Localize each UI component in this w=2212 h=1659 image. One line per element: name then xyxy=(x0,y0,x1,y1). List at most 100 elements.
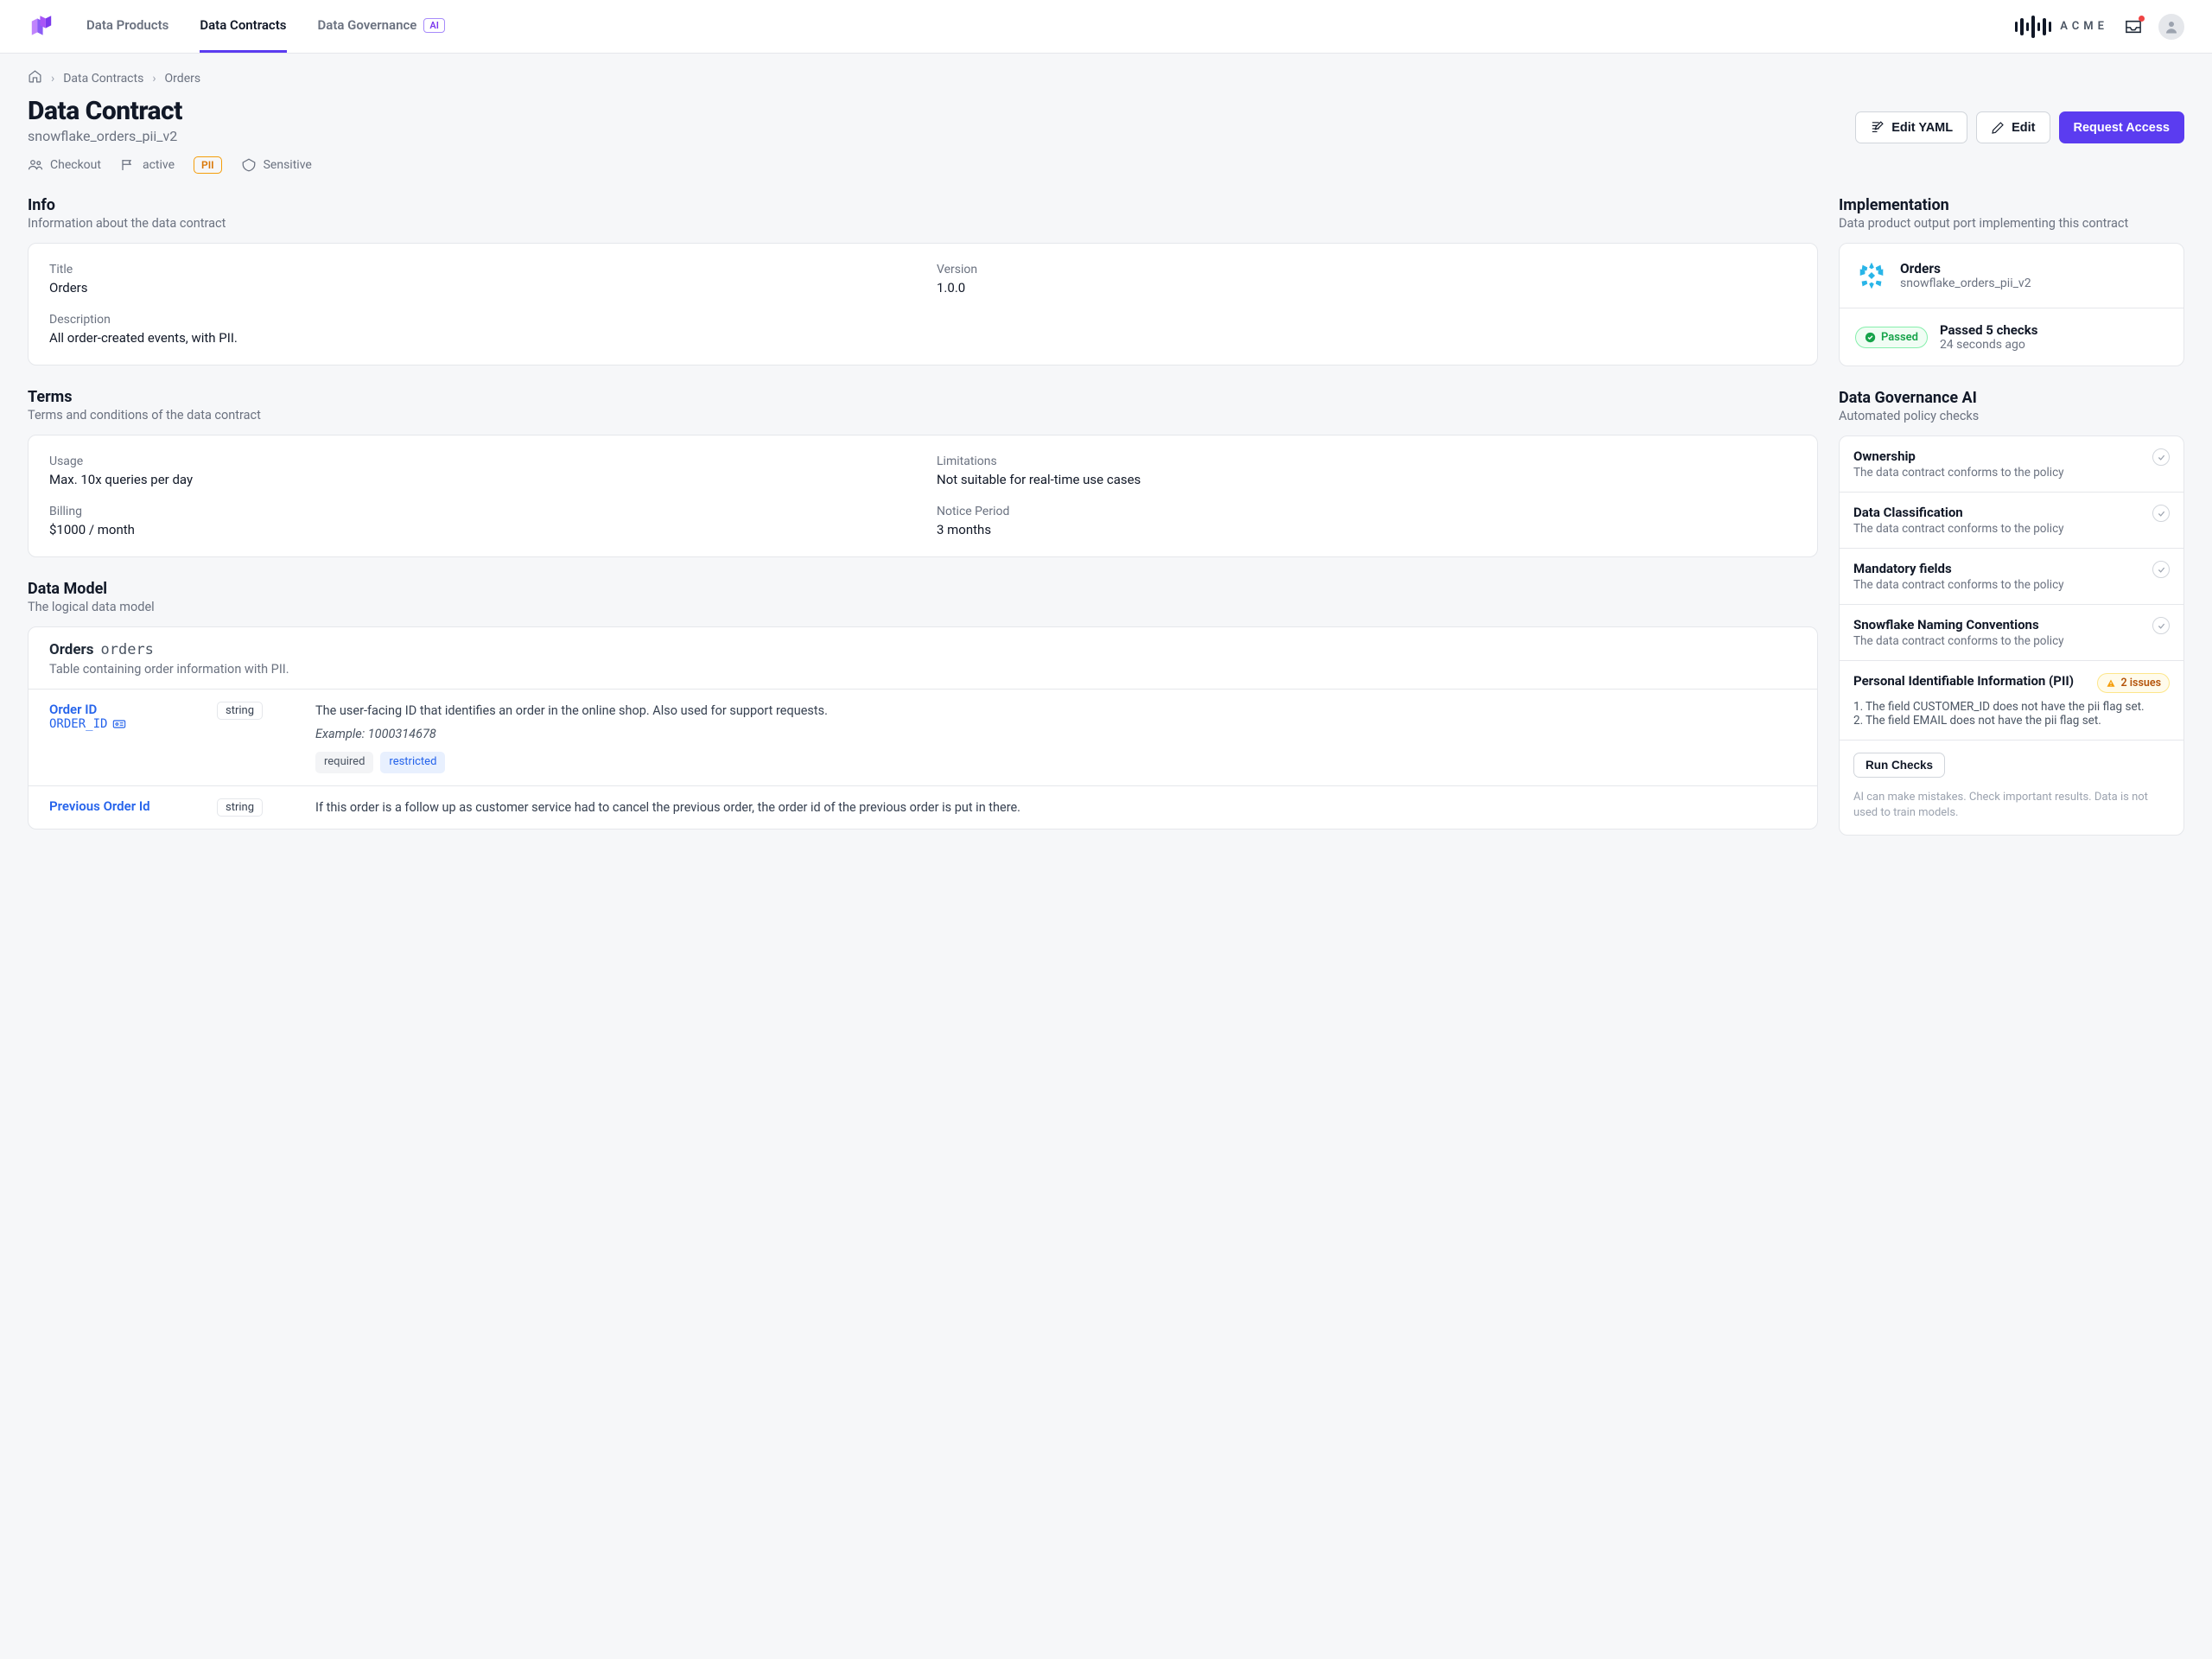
implementation-link[interactable]: Orders snowflake_orders_pii_v2 xyxy=(1840,244,2183,308)
id-card-icon xyxy=(112,719,126,729)
org-logo[interactable]: ACME xyxy=(2015,16,2108,38)
gov-item-classification[interactable]: Data Classification The data contract co… xyxy=(1840,492,2183,548)
gov-item-ownership[interactable]: Ownership The data contract conforms to … xyxy=(1840,436,2183,492)
gov-item-name: Ownership xyxy=(1853,448,2142,464)
tag-required: required xyxy=(315,752,373,773)
nav-tab-label: Data Governance xyxy=(318,17,417,33)
implementation-section: Implementation Data product output port … xyxy=(1839,196,2184,366)
status-meta: active xyxy=(120,157,175,173)
field-label: Description xyxy=(49,313,1796,327)
field-tech-name: ORDER_ID xyxy=(49,717,107,731)
page-title: Data Contract xyxy=(28,96,182,126)
nav-tab-data-products[interactable]: Data Products xyxy=(86,0,168,53)
terms-section: Terms Terms and conditions of the data c… xyxy=(28,388,1818,557)
implementation-name: Orders xyxy=(1900,261,2031,276)
field-value: Orders xyxy=(49,280,909,296)
section-title: Implementation xyxy=(1839,196,2184,214)
gov-item-name: Snowflake Naming Conventions xyxy=(1853,617,2142,632)
run-checks-button[interactable]: Run Checks xyxy=(1853,753,1945,778)
check-icon xyxy=(2152,505,2170,522)
model-desc: Table containing order information with … xyxy=(49,662,1796,677)
field-value: Not suitable for real-time use cases xyxy=(937,472,1796,487)
team-label: Checkout xyxy=(50,158,101,172)
page-header: Data Contract snowflake_orders_pii_v2 Ed… xyxy=(28,96,2184,144)
breadcrumb-link-orders[interactable]: Orders xyxy=(165,72,201,86)
type-chip: string xyxy=(217,798,263,817)
gov-item-name: Mandatory fields xyxy=(1853,561,2142,576)
nav-tab-label: Data Contracts xyxy=(200,17,286,33)
app-logo[interactable] xyxy=(28,13,55,41)
issue-text: The field EMAIL does not have the pii fl… xyxy=(1866,714,2101,728)
avatar[interactable] xyxy=(2158,14,2184,40)
info-card: Title Orders Version 1.0.0 Description A… xyxy=(28,243,1818,365)
breadcrumb-link-contracts[interactable]: Data Contracts xyxy=(63,72,143,86)
field-label: Usage xyxy=(49,454,909,468)
field-description: The user-facing ID that identifies an or… xyxy=(315,702,1796,720)
model-field-row: Order ID ORDER_ID string The user-facing… xyxy=(29,689,1817,785)
nav-tab-data-governance[interactable]: Data Governance AI xyxy=(318,0,445,53)
button-label: Request Access xyxy=(2074,121,2171,135)
edit-yaml-button[interactable]: Edit YAML xyxy=(1855,111,1967,143)
type-chip: string xyxy=(217,702,263,720)
nav-tab-label: Data Products xyxy=(86,17,168,33)
governance-section: Data Governance AI Automated policy chec… xyxy=(1839,389,2184,836)
gov-item-mandatory[interactable]: Mandatory fields The data contract confo… xyxy=(1840,548,2183,604)
check-icon xyxy=(2152,448,2170,466)
section-subtitle: Automated policy checks xyxy=(1839,409,2184,423)
issue-text: The field CUSTOMER_ID does not have the … xyxy=(1866,700,2145,714)
gov-item-desc: The data contract conforms to the policy xyxy=(1853,634,2142,648)
field-label: Billing xyxy=(49,505,909,518)
button-label: Run Checks xyxy=(1866,759,1933,772)
snowflake-icon xyxy=(1855,259,1888,292)
edit-button[interactable]: Edit xyxy=(1976,111,2050,143)
sensitivity-label: Sensitive xyxy=(264,158,312,172)
org-logo-icon xyxy=(2015,16,2052,38)
section-title: Data Model xyxy=(28,580,1818,598)
tag-restricted: restricted xyxy=(380,752,445,773)
team-meta[interactable]: Checkout xyxy=(28,157,101,173)
ai-disclaimer: AI can make mistakes. Check important re… xyxy=(1840,790,2183,835)
section-subtitle: Terms and conditions of the data contrac… xyxy=(28,408,1818,423)
field-label: Limitations xyxy=(937,454,1796,468)
button-label: Edit xyxy=(2012,121,2035,135)
gov-item-naming[interactable]: Snowflake Naming Conventions The data co… xyxy=(1840,604,2183,660)
status-time: 24 seconds ago xyxy=(1940,338,2037,352)
main-column: Info Information about the data contract… xyxy=(28,196,1818,852)
field-friendly-name[interactable]: Previous Order Id xyxy=(49,798,205,814)
status-label: active xyxy=(143,158,175,172)
field-example: Example: 1000314678 xyxy=(315,725,1796,743)
model-field-row: Previous Order Id string If this order i… xyxy=(29,785,1817,829)
field-value: 3 months xyxy=(937,522,1796,537)
terms-card: Usage Max. 10x queries per day Limitatio… xyxy=(28,435,1818,557)
page-subtitle: snowflake_orders_pii_v2 xyxy=(28,128,182,144)
field-value: All order-created events, with PII. xyxy=(49,330,1796,346)
field-label: Version xyxy=(937,263,1796,276)
check-icon xyxy=(2152,617,2170,634)
nav-tabs: Data Products Data Contracts Data Govern… xyxy=(86,0,445,53)
section-subtitle: The logical data model xyxy=(28,600,1818,614)
meta-row: Checkout active PII Sensitive xyxy=(28,156,2184,174)
issues-count: 2 issues xyxy=(2121,677,2161,690)
check-icon xyxy=(2152,561,2170,578)
nav-tab-data-contracts[interactable]: Data Contracts xyxy=(200,0,286,53)
side-column: Implementation Data product output port … xyxy=(1839,196,2184,836)
chevron-right-icon: › xyxy=(152,72,156,86)
model-tech-name: orders xyxy=(101,641,154,658)
inbox-icon[interactable] xyxy=(2124,19,2143,35)
implementation-card: Orders snowflake_orders_pii_v2 Passed Pa… xyxy=(1839,243,2184,366)
button-label: Edit YAML xyxy=(1891,121,1953,135)
gov-item-pii[interactable]: Personal Identifiable Information (PII) … xyxy=(1840,660,2183,740)
section-subtitle: Information about the data contract xyxy=(28,216,1818,231)
field-value: 1.0.0 xyxy=(937,280,1796,296)
home-icon[interactable] xyxy=(28,69,42,87)
issue-list: 1.The field CUSTOMER_ID does not have th… xyxy=(1853,700,2170,728)
implementation-tech: snowflake_orders_pii_v2 xyxy=(1900,276,2031,290)
governance-list: Ownership The data contract conforms to … xyxy=(1839,435,2184,836)
request-access-button[interactable]: Request Access xyxy=(2059,111,2185,143)
implementation-status: Passed Passed 5 checks 24 seconds ago xyxy=(1840,308,2183,365)
gov-item-desc: The data contract conforms to the policy xyxy=(1853,578,2142,592)
topbar-right: ACME xyxy=(2015,14,2184,40)
section-subtitle: Data product output port implementing th… xyxy=(1839,216,2184,231)
field-friendly-name[interactable]: Order ID xyxy=(49,702,205,717)
section-title: Terms xyxy=(28,388,1818,406)
